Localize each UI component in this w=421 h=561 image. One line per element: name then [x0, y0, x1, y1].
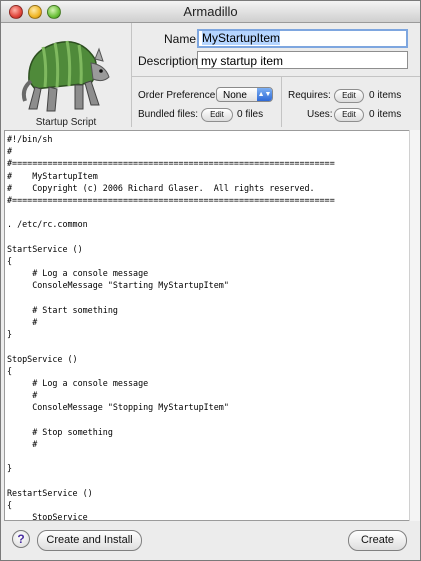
armadillo-icon: [21, 40, 110, 112]
uses-count: 0 items: [369, 109, 402, 120]
popup-arrows-icon: ▲▼: [257, 88, 272, 101]
name-label: Name:: [164, 32, 200, 46]
title-bar[interactable]: Armadillo: [1, 1, 420, 23]
name-field[interactable]: MyStartupItem: [197, 29, 408, 48]
bundled-files-count: 0 files: [237, 109, 264, 120]
description-field[interactable]: my startup item: [197, 51, 408, 69]
requires-label: Requires:: [288, 90, 331, 101]
armadillo-window: Armadillo Startup Script Name: MyStartup…: [0, 0, 421, 561]
bundled-files-label: Bundled files:: [138, 109, 199, 120]
app-icon-area: Startup Script: [1, 23, 132, 128]
options-separator: [281, 77, 282, 127]
help-button[interactable]: ?: [12, 530, 30, 548]
uses-edit-button[interactable]: Edit: [334, 108, 364, 122]
order-preference-label: Order Preference:: [138, 90, 219, 101]
create-and-install-button[interactable]: Create and Install: [37, 530, 142, 551]
script-editor[interactable]: #!/bin/sh # #===========================…: [4, 130, 411, 521]
form-separator: [132, 76, 420, 77]
create-button[interactable]: Create: [348, 530, 407, 551]
script-text[interactable]: #!/bin/sh # #===========================…: [5, 131, 410, 520]
editor-scrollbar[interactable]: [409, 130, 420, 521]
uses-label: Uses:: [307, 109, 333, 120]
order-preference-value: None: [223, 90, 247, 101]
requires-edit-button[interactable]: Edit: [334, 89, 364, 103]
requires-count: 0 items: [369, 90, 402, 101]
icon-caption: Startup Script: [35, 117, 97, 128]
window-title: Armadillo: [183, 4, 238, 19]
description-label: Description:: [138, 54, 202, 68]
bundled-files-edit-button[interactable]: Edit: [201, 108, 233, 122]
order-preference-popup[interactable]: None ▲▼: [216, 87, 273, 102]
